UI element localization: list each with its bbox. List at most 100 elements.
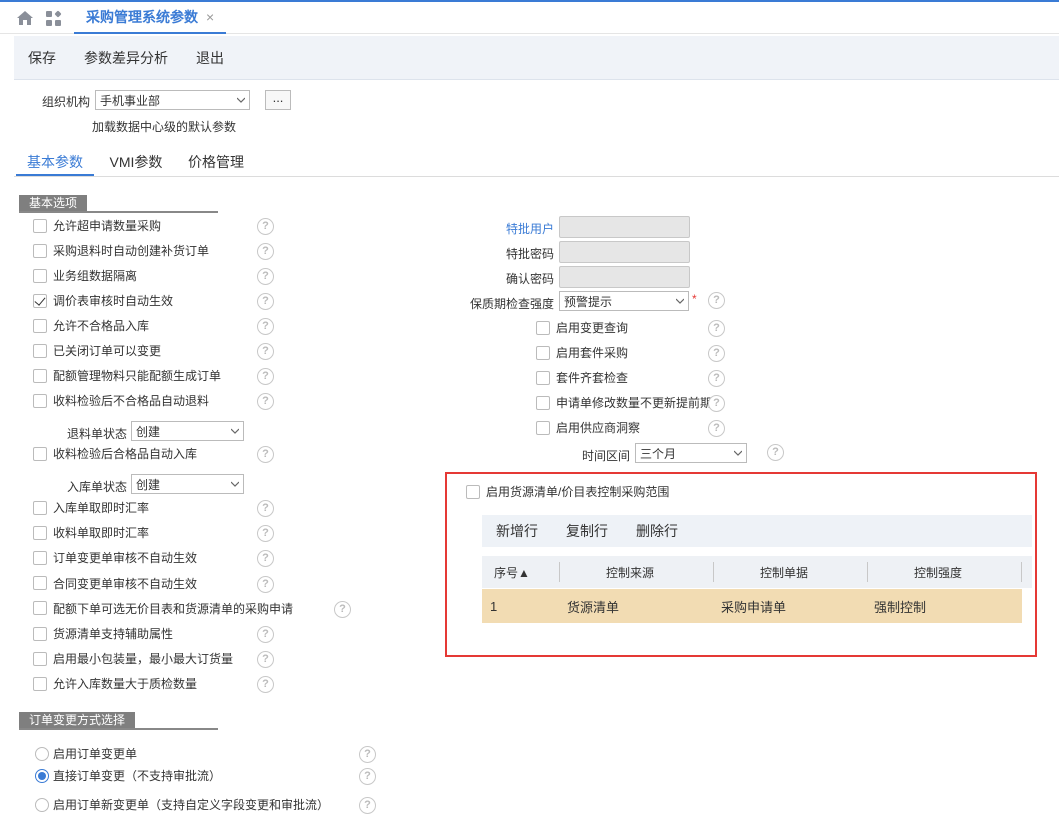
source-control-option[interactable]: 启用货源清单/价目表控制采购范围 [466,483,669,500]
help-icon[interactable]: ? [708,370,725,387]
help-icon[interactable]: ? [257,550,274,568]
checkbox[interactable] [33,576,47,591]
checkbox[interactable] [33,293,47,308]
help-icon[interactable]: ? [257,218,274,235]
checkbox[interactable] [33,626,47,641]
option-l1-1[interactable]: 采购退料时自动创建补货订单 [33,242,209,259]
shelf-check-select[interactable]: 预警提示 [559,291,689,311]
checkbox[interactable] [536,320,550,335]
tab-purchase-params[interactable]: 采购管理系统参数 × [74,2,227,34]
return-state-select[interactable]: 创建 [131,421,244,441]
diff-analysis-button[interactable]: 参数差异分析 [70,48,182,68]
help-icon[interactable]: ? [708,345,725,362]
checkbox[interactable] [33,676,47,691]
option-l1-0[interactable]: 允许超申请数量采购 [33,217,161,234]
org-more-button[interactable]: ... [265,90,291,110]
option-l1-4[interactable]: 允许不合格品入库 [33,317,149,334]
checkbox[interactable] [33,525,47,540]
option-l3-4[interactable]: 配额下单可选无价目表和货源清单的采购申请 [33,600,293,617]
instock-state-select[interactable]: 创建 [131,474,244,494]
help-icon[interactable]: ? [334,600,351,618]
help-icon[interactable]: ? [359,768,376,785]
source-control-checkbox[interactable] [466,484,480,499]
checkbox[interactable] [33,343,47,358]
help-icon[interactable]: ? [257,676,274,694]
radio-button[interactable] [35,768,49,783]
option-l3-1[interactable]: 收料单取即时汇率 [33,524,149,541]
help-icon[interactable]: ? [708,292,725,309]
radio-option-2[interactable]: 启用订单新变更单（支持自定义字段变更和审批流） [35,796,329,813]
option-l2-0[interactable]: 收料检验后合格品自动入库 [33,445,197,462]
copy-row-button[interactable]: 复制行 [552,521,622,541]
checkbox[interactable] [33,218,47,233]
help-icon[interactable]: ? [257,525,274,543]
checkbox[interactable] [33,446,47,461]
column-header-source[interactable]: 控制来源 [606,556,654,588]
option-l1-3[interactable]: 调价表审核时自动生效 [33,292,173,309]
special-user-label[interactable]: 特批用户 [506,220,554,237]
checkbox[interactable] [33,268,47,283]
tab-basic-params[interactable]: 基本参数 [16,150,94,176]
tab-price-management[interactable]: 价格管理 [180,150,252,176]
time-range-select[interactable]: 三个月 [635,443,747,463]
help-icon[interactable]: ? [257,343,274,360]
option-l1-2[interactable]: 业务组数据隔离 [33,267,137,284]
radio-button[interactable] [35,797,49,812]
help-icon[interactable]: ? [257,575,274,593]
option-l3-5[interactable]: 货源清单支持辅助属性 [33,625,173,642]
delete-row-button[interactable]: 删除行 [622,521,692,541]
option-l3-3[interactable]: 合同变更单审核不自动生效 [33,575,197,592]
checkbox[interactable] [33,318,47,333]
special-pwd-input[interactable] [559,241,690,263]
option-l1-5[interactable]: 已关闭订单可以变更 [33,342,161,359]
help-icon[interactable]: ? [257,243,274,260]
add-row-button[interactable]: 新增行 [482,521,552,541]
radio-option-0[interactable]: 启用订单变更单 [35,745,137,762]
option-l3-7[interactable]: 允许入库数量大于质检数量 [33,675,197,692]
home-icon[interactable] [16,10,34,26]
option-l3-0[interactable]: 入库单取即时汇率 [33,499,149,516]
close-icon[interactable]: × [206,9,214,25]
help-icon[interactable]: ? [257,268,274,285]
option-r-2[interactable]: 套件齐套检查 [536,369,628,386]
help-icon[interactable]: ? [257,446,274,463]
checkbox[interactable] [33,550,47,565]
help-icon[interactable]: ? [359,797,376,814]
table-row[interactable]: 1 货源清单 采购申请单 强制控制 [482,589,1022,623]
save-button[interactable]: 保存 [14,48,70,68]
checkbox[interactable] [536,370,550,385]
help-icon[interactable]: ? [257,651,274,669]
checkbox[interactable] [536,345,550,360]
tab-vmi-params[interactable]: VMI参数 [100,150,172,176]
confirm-pwd-input[interactable] [559,266,690,288]
help-icon[interactable]: ? [708,320,725,337]
help-icon[interactable]: ? [708,420,725,437]
option-r-1[interactable]: 启用套件采购 [536,344,628,361]
column-header-seq[interactable]: 序号▲ [494,556,530,588]
help-icon[interactable]: ? [359,746,376,763]
checkbox[interactable] [33,651,47,666]
help-icon[interactable]: ? [767,444,784,461]
help-icon[interactable]: ? [257,293,274,310]
radio-button[interactable] [35,746,49,761]
checkbox[interactable] [33,601,47,616]
help-icon[interactable]: ? [257,368,274,385]
checkbox[interactable] [536,420,550,435]
option-l3-6[interactable]: 启用最小包装量，最小最大订货量 [33,650,233,667]
column-header-strength[interactable]: 控制强度 [914,556,962,588]
help-icon[interactable]: ? [708,395,725,412]
option-r-3[interactable]: 申请单修改数量不更新提前期 [536,394,712,411]
help-icon[interactable]: ? [257,393,274,410]
option-l3-2[interactable]: 订单变更单审核不自动生效 [33,549,197,566]
checkbox[interactable] [33,393,47,408]
apps-icon[interactable] [45,10,63,28]
option-l1-6[interactable]: 配额管理物料只能配额生成订单 [33,367,221,384]
help-icon[interactable]: ? [257,318,274,335]
special-user-input[interactable] [559,216,690,238]
column-header-document[interactable]: 控制单据 [760,556,808,588]
help-icon[interactable]: ? [257,500,274,517]
help-icon[interactable]: ? [257,626,274,643]
checkbox[interactable] [33,368,47,383]
checkbox[interactable] [33,243,47,258]
option-l1-7[interactable]: 收料检验后不合格品自动退料 [33,392,209,409]
